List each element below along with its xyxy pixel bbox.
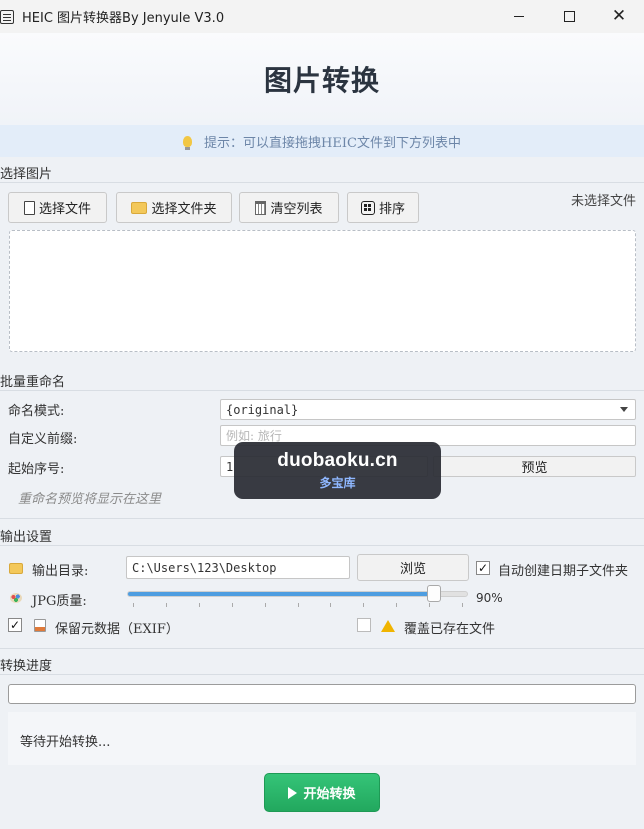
quality-slider-handle[interactable] [426,585,441,602]
maximize-icon [563,11,575,22]
keep-exif-label: 保留元数据（EXIF） [55,622,179,637]
slider-tick [396,603,398,607]
naming-mode-value: {original} [226,402,299,417]
maximize-button[interactable] [544,0,594,33]
file-drop-zone[interactable] [9,230,636,352]
section-divider [0,182,644,183]
slider-tick [462,603,463,607]
slider-tick [297,603,299,607]
browse-button[interactable]: 浏览 [357,554,469,581]
title-bar: HEIC 图片转换器By Jenyule V3.0 ✕ [0,0,644,33]
slider-tick [363,603,365,607]
start-number-value: 1 [226,459,234,474]
slider-tick [264,603,266,607]
section-divider [0,390,644,391]
section-divider [0,674,644,675]
minimize-button[interactable] [494,0,544,33]
quality-value: 90% [476,591,503,605]
window-title: HEIC 图片转换器By Jenyule V3.0 [22,11,225,26]
quality-label: JPG质量: [32,594,87,609]
slider-tick [330,603,332,607]
slider-tick [165,603,167,607]
keep-exif-checkbox[interactable]: ✓ [8,618,22,632]
output-dir-input[interactable]: C:\Users\123\Desktop [126,556,350,579]
selected-file-status: 未选择文件 [570,194,636,209]
document-edit-icon [34,619,46,632]
lightbulb-icon [183,135,193,150]
overwrite-label: 覆盖已存在文件 [404,622,496,637]
prefix-label: 自定义前缀: [8,432,78,447]
select-folder-label: 选择文件夹 [151,202,217,217]
section-divider [0,518,644,519]
trash-icon [255,200,267,215]
play-icon [288,786,298,799]
tip-text: 提示：可以直接拖拽HEIC文件到下方列表中 [204,135,461,151]
section-divider [0,545,644,546]
sort-button[interactable]: 排序 [347,192,419,223]
rename-preview-text: 重命名预览将显示在这里 [18,492,162,507]
watermark-overlay: duobaoku.cn 多宝库 [234,442,441,499]
warning-icon [381,620,395,632]
folder-icon [9,563,23,574]
output-dir-value: C:\Users\123\Desktop [132,560,277,575]
browse-label: 浏览 [399,562,426,577]
start-convert-label: 开始转换 [303,787,356,802]
select-file-button[interactable]: 选择文件 [8,192,107,223]
status-text: 等待开始转换... [20,735,111,750]
auto-date-checkbox[interactable]: ✓ [476,561,490,575]
tip-bar: 提示：可以直接拖拽HEIC文件到下方列表中 [0,125,644,157]
conversion-progress-bar [8,684,636,704]
slider-tick [198,603,200,607]
select-section-label: 选择图片 [0,167,53,182]
folder-icon [131,201,148,214]
palette-icon [10,593,22,603]
chevron-down-icon [620,407,628,412]
select-folder-button[interactable]: 选择文件夹 [116,192,232,223]
slider-tick [133,603,134,607]
preview-button[interactable]: 预览 [433,456,636,477]
watermark-domain: duobaoku.cn [277,450,398,471]
close-icon: ✕ [611,6,627,26]
auto-date-label: 自动创建日期子文件夹 [498,564,629,579]
sort-icon [360,200,375,215]
status-box: 等待开始转换... [8,712,636,765]
app-icon [0,9,14,24]
clear-list-label: 清空列表 [270,202,323,217]
progress-section-label: 转换进度 [0,659,53,674]
quality-slider-fill [128,592,434,596]
minimize-icon [514,16,524,17]
page-title: 图片转换 [263,64,380,97]
naming-mode-select[interactable]: {original} [220,399,636,420]
file-icon [23,200,35,215]
overwrite-checkbox[interactable] [357,618,371,632]
clear-list-button[interactable]: 清空列表 [239,192,339,223]
rename-section-label: 批量重命名 [0,375,66,390]
select-file-label: 选择文件 [38,202,91,217]
sort-label: 排序 [378,202,405,217]
quality-slider-track[interactable] [127,591,468,597]
preview-label: 预览 [521,461,548,476]
slider-tick [231,603,233,607]
close-button[interactable]: ✕ [594,0,644,33]
output-section-label: 输出设置 [0,530,53,545]
start-number-label: 起始序号: [8,462,65,477]
slider-tick [429,603,431,607]
window-controls: ✕ [494,0,644,33]
page-header: 图片转换 [0,33,644,125]
output-dir-label: 输出目录: [32,564,89,579]
naming-mode-label: 命名模式: [8,404,65,419]
start-convert-button[interactable]: 开始转换 [264,773,380,812]
section-divider [0,648,644,649]
watermark-name: 多宝库 [319,476,356,490]
